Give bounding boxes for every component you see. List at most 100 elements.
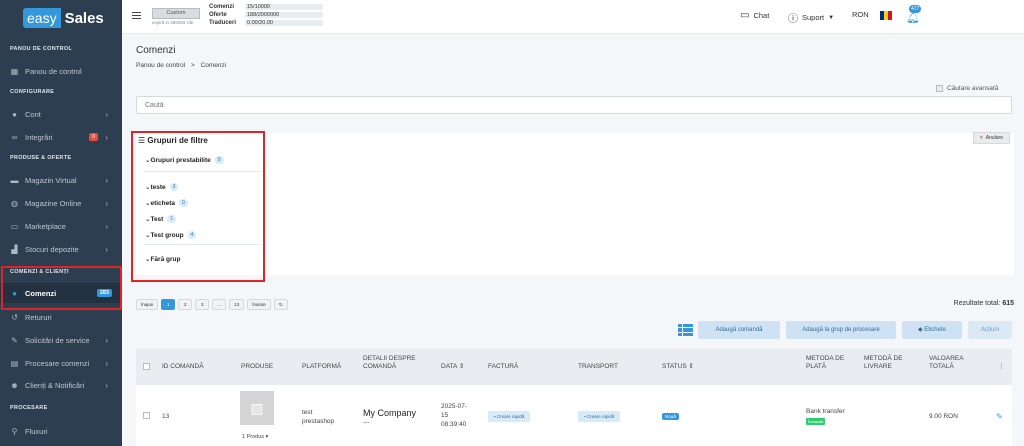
sidebar-item-marketplace[interactable]: ▭ Marketplace › bbox=[0, 216, 122, 236]
results-total-label: Rezultate total: bbox=[953, 300, 1001, 307]
support-dropdown[interactable]: ⓘ Suport ▼ bbox=[788, 10, 834, 25]
labels-label: Etichete bbox=[924, 327, 946, 333]
page-button[interactable]: 3 bbox=[195, 299, 210, 310]
chevron-right-icon: › bbox=[105, 335, 108, 345]
section-header: PRODUSE & OFERTE bbox=[10, 155, 72, 161]
refresh-button[interactable]: ↻ bbox=[273, 299, 288, 310]
link-icon: ∞ bbox=[11, 132, 18, 142]
plan-badge[interactable]: Custom bbox=[152, 8, 200, 19]
sidebar-item-dashboard[interactable]: ▦ Panou de control bbox=[0, 61, 122, 81]
sort-icon: ⇕ bbox=[688, 363, 694, 370]
section-header: PROCESARE bbox=[10, 405, 48, 411]
sidebar-item-label: Procesare comenzi bbox=[25, 358, 90, 368]
highlight-filter-box bbox=[131, 131, 265, 282]
page-button[interactable]: 13 bbox=[229, 299, 245, 310]
breadcrumb-home[interactable]: Panou de control bbox=[136, 62, 185, 69]
invoice-quick-create-button[interactable]: ▪ Creare rapidă bbox=[488, 411, 531, 422]
labels-button[interactable]: ◆ Etichete bbox=[902, 321, 962, 339]
table-row[interactable]: 13 ▨ 1 Produs ▾ test prestashop My Compa… bbox=[136, 385, 1012, 446]
sidebar-item-flows[interactable]: ⚲ Fluxuri bbox=[0, 421, 122, 441]
chevron-right-icon: › bbox=[105, 175, 108, 185]
sidebar-item-account[interactable]: ● Cont › bbox=[0, 104, 122, 124]
quota-translations: Traduceri 0.00/20.00 bbox=[209, 20, 323, 26]
highlight-orders-box bbox=[1, 266, 122, 310]
tag-icon: ◆ bbox=[918, 327, 923, 333]
advanced-search-checkbox[interactable] bbox=[936, 85, 943, 92]
store-icon: ▬ bbox=[10, 175, 19, 185]
flow-icon: ⚲ bbox=[11, 426, 18, 436]
user-icon: ● bbox=[12, 109, 17, 119]
platform-type: prestashop bbox=[302, 418, 335, 425]
column-header[interactable]: ID COMANDĂ bbox=[162, 363, 204, 371]
next-page-button[interactable]: Înainte bbox=[247, 299, 271, 310]
notification-count-badge: 477 bbox=[909, 5, 922, 13]
caret-down-icon: ▼ bbox=[828, 14, 835, 21]
add-to-group-button[interactable]: Adaugă la grup de procesare bbox=[786, 321, 896, 339]
logo[interactable]: easy Sales bbox=[23, 8, 104, 28]
payment-method: Bank transfer bbox=[806, 408, 845, 415]
wrench-icon: ✎ bbox=[11, 335, 18, 345]
search-input[interactable] bbox=[136, 96, 1012, 114]
column-layout-icon[interactable] bbox=[678, 324, 693, 336]
sidebar-item-label: Retururi bbox=[25, 312, 52, 322]
sidebar-item-label: Solicitări de service bbox=[25, 335, 90, 345]
add-order-button[interactable]: Adaugă comandă bbox=[698, 321, 780, 339]
row-checkbox[interactable] bbox=[143, 412, 150, 419]
advanced-search-label: Căutare avansată bbox=[947, 85, 999, 92]
sidebar-item-warehouse-stock[interactable]: ▟ Stocuri depozite › bbox=[0, 239, 122, 259]
company-name[interactable]: My Company bbox=[363, 408, 416, 418]
payment-status-badge: Încasată bbox=[806, 418, 826, 425]
actions-button[interactable]: Acțiuni bbox=[968, 321, 1012, 339]
results-total-value: 615 bbox=[1002, 300, 1014, 307]
sidebar-item-label: Panou de control bbox=[25, 66, 82, 76]
sidebar-item-order-processing[interactable]: ▤ Procesare comenzi › bbox=[0, 353, 122, 373]
currency-selector[interactable]: RON bbox=[852, 10, 869, 19]
select-all-checkbox[interactable] bbox=[143, 363, 150, 370]
company-sub: --- bbox=[363, 419, 370, 426]
column-header: PRODUSE bbox=[241, 363, 274, 370]
edit-icon[interactable]: ✎ bbox=[996, 412, 1003, 421]
status-badge[interactable]: Nouă bbox=[662, 413, 679, 420]
page-button[interactable]: 1 bbox=[161, 299, 176, 310]
sidebar-item-label: Clienți & Notificări bbox=[25, 380, 85, 390]
chat-icon: ▭ bbox=[740, 10, 750, 21]
advanced-search-toggle[interactable]: Căutare avansată bbox=[936, 85, 998, 92]
quota-label: Oferte bbox=[209, 12, 227, 18]
order-date: 2025-07- bbox=[441, 403, 468, 410]
product-count: 1 Produs bbox=[242, 434, 265, 440]
plan-expiry: expiră in 356093 zile bbox=[152, 20, 194, 25]
sidebar-item-integrations[interactable]: ∞ Integrări 0 › bbox=[0, 127, 122, 147]
sidebar-item-clients-notifications[interactable]: ☻ Clienți & Notificări › bbox=[0, 375, 122, 395]
info-icon: ⓘ bbox=[788, 14, 798, 25]
product-image-icon[interactable]: ▨ bbox=[240, 391, 274, 425]
sidebar-item-online-stores[interactable]: ◍ Magazine Online › bbox=[0, 193, 122, 213]
quota-value: 0.00/20.00 bbox=[245, 20, 323, 26]
romania-flag-icon[interactable] bbox=[880, 11, 892, 20]
column-header[interactable]: DATA ⇕ bbox=[441, 363, 464, 371]
orders-table-header: ID COMANDĂ PRODUSE PLATFORMĂ DETALII DES… bbox=[136, 349, 1012, 385]
column-header-text: STATUS bbox=[662, 363, 687, 370]
order-date-day: 15 bbox=[441, 412, 449, 419]
order-id[interactable]: 13 bbox=[162, 413, 169, 420]
column-header: PLATFORMĂ bbox=[302, 363, 342, 370]
transport-quick-label: Creare rapidă bbox=[586, 414, 615, 419]
menu-toggle-icon[interactable] bbox=[132, 12, 141, 19]
column-header: DETALII DESPRE COMANDĂ bbox=[363, 355, 416, 370]
users-icon: ☻ bbox=[10, 380, 19, 390]
chevron-right-icon: › bbox=[105, 358, 108, 368]
globe-icon: ◍ bbox=[11, 198, 18, 208]
filter-groups-panel: ☰ Grupuri de filtre × Anulare ⌄ Grupuri p… bbox=[136, 132, 1014, 275]
sidebar-item-returns[interactable]: ↺ Retururi bbox=[0, 307, 122, 327]
product-count-dropdown[interactable]: 1 Produs ▾ bbox=[242, 434, 268, 440]
cancel-button[interactable]: × Anulare bbox=[972, 132, 1010, 144]
column-header-text: DATA bbox=[441, 363, 458, 370]
sidebar-item-virtual-store[interactable]: ▬ Magazin Virtual › bbox=[0, 170, 122, 190]
transport-quick-create-button[interactable]: ▪ Creare rapidă bbox=[578, 411, 621, 422]
prev-page-button[interactable]: Înapoi bbox=[136, 299, 159, 310]
chevron-right-icon: › bbox=[105, 380, 108, 390]
column-header[interactable]: STATUS ⇕ bbox=[662, 363, 694, 371]
page-button[interactable]: 2 bbox=[178, 299, 193, 310]
sidebar-item-service-requests[interactable]: ✎ Solicitări de service › bbox=[0, 330, 122, 350]
chat-button[interactable]: ▭ Chat bbox=[740, 10, 769, 21]
more-options-icon[interactable]: ⋮ bbox=[998, 363, 1005, 371]
